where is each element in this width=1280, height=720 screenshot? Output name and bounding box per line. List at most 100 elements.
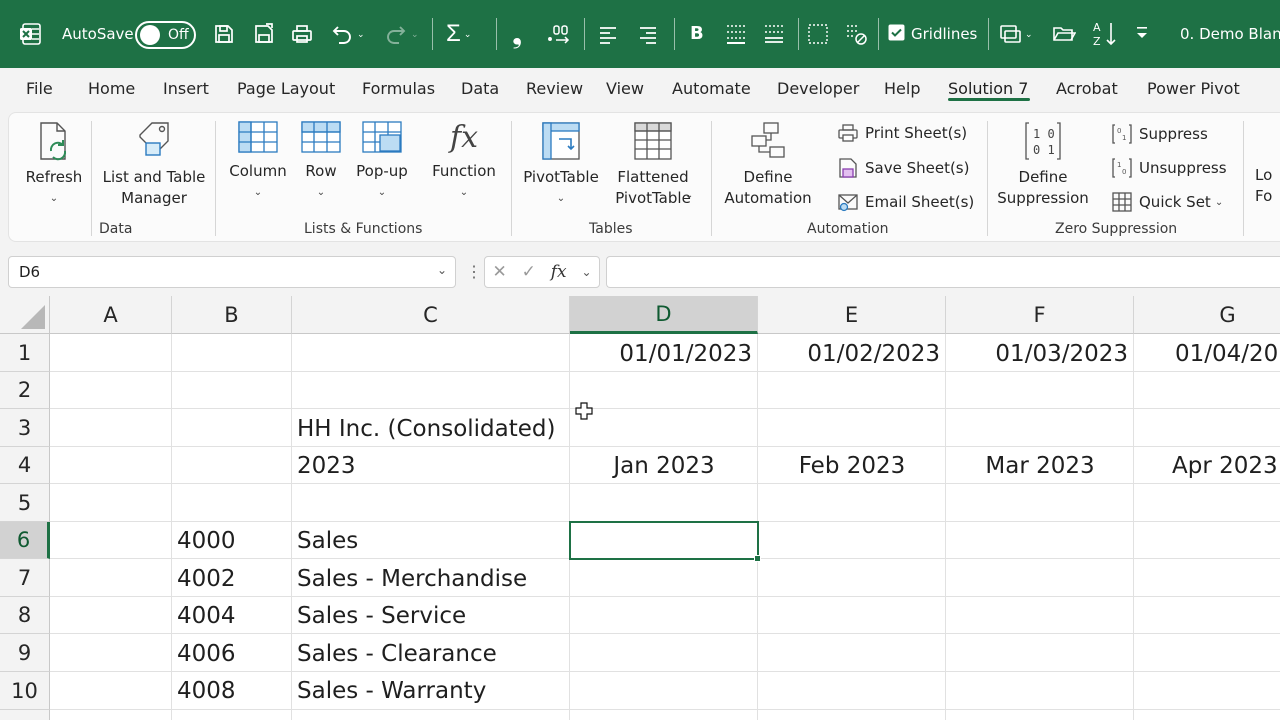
column-header-f[interactable]: F [946, 296, 1134, 334]
window-switch-icon[interactable]: ⌄ [998, 22, 1033, 46]
row-header-2[interactable]: 2 [0, 372, 50, 409]
suppress-button[interactable]: 01 Suppress [1111, 123, 1208, 145]
row-header-5[interactable]: 5 [0, 484, 50, 522]
cell-c7[interactable]: Sales - Merchandise [292, 560, 570, 597]
tab-file[interactable]: File [26, 79, 53, 98]
autosum-icon[interactable]: Σ ⌄ [446, 20, 471, 48]
cell-c10[interactable]: Sales - Warranty [292, 672, 570, 709]
name-box[interactable]: D6 ⌄ [8, 256, 456, 288]
cell-c4[interactable]: 2023 [292, 447, 570, 484]
tab-solution-7[interactable]: Solution 7 [948, 79, 1028, 98]
redo-icon[interactable]: ⌄ [384, 22, 419, 46]
cell-f4[interactable]: Mar 2023 [946, 447, 1134, 484]
row-button[interactable]: Row ⌄ [299, 121, 343, 203]
column-header-g[interactable]: G [1134, 296, 1280, 334]
refresh-button[interactable]: Refresh ⌄ [25, 121, 83, 209]
print-sheets-button[interactable]: Print Sheet(s) [837, 123, 967, 143]
list-table-manager-button[interactable]: List and Table Manager [101, 121, 207, 209]
column-button[interactable]: Column ⌄ [227, 121, 289, 203]
no-border-icon[interactable] [806, 22, 830, 46]
row-header-7[interactable]: 7 [0, 559, 50, 597]
cell-c6[interactable]: Sales [292, 522, 570, 559]
pivottable-button[interactable]: PivotTable ⌄ [521, 121, 601, 209]
cell-e4[interactable]: Feb 2023 [758, 447, 946, 484]
row-header-3[interactable]: 3 [0, 409, 50, 447]
decimal-icon[interactable] [546, 22, 572, 46]
chevron-down-icon[interactable]: ⌄ [437, 263, 447, 277]
select-all-button[interactable] [0, 296, 50, 334]
define-automation-button[interactable]: Define Automation [721, 121, 815, 209]
cell-f1[interactable]: 01/03/2023 [946, 335, 1134, 372]
cell-b10[interactable]: 4008 [172, 672, 292, 709]
cell-g4[interactable]: Apr 2023 [1172, 447, 1280, 484]
active-cell-d6[interactable] [569, 521, 761, 562]
cell-b9[interactable]: 4006 [172, 635, 292, 672]
column-header-c[interactable]: C [292, 296, 570, 334]
cell-d1[interactable]: 01/01/2023 [570, 335, 758, 372]
insert-function-icon[interactable]: fx [551, 262, 567, 282]
column-header-a[interactable]: A [50, 296, 172, 334]
save-sheets-button[interactable]: Save Sheet(s) [837, 157, 969, 179]
fill-handle[interactable] [754, 555, 761, 562]
tab-insert[interactable]: Insert [163, 79, 209, 98]
row-header-1[interactable]: 1 [0, 334, 50, 372]
customize-toolbar-icon[interactable] [1134, 24, 1150, 42]
clear-format-icon[interactable] [844, 22, 870, 46]
more-options-icon[interactable]: ⋮ [466, 262, 482, 282]
chevron-down-icon[interactable]: ⌄ [581, 265, 591, 279]
cell-b7[interactable]: 4002 [172, 560, 292, 597]
cell-d4[interactable]: Jan 2023 [570, 447, 758, 484]
comma-style-icon[interactable]: ❟ [512, 20, 522, 51]
print-preview-icon[interactable] [290, 22, 314, 46]
sort-az-icon[interactable]: AZ [1092, 20, 1118, 48]
align-right-icon[interactable] [638, 24, 658, 44]
row-header-8[interactable]: 8 [0, 597, 50, 634]
cutoff-button[interactable]: Lo Fo [1255, 165, 1280, 207]
quick-set-button[interactable]: Quick Set ⌄ [1111, 191, 1223, 213]
column-header-b[interactable]: B [172, 296, 292, 334]
gridlines-checkbox[interactable] [888, 24, 905, 41]
cancel-icon[interactable]: ✕ [492, 262, 506, 282]
row-header-9[interactable]: 9 [0, 634, 50, 672]
unsuppress-button[interactable]: 10 Unsuppress [1111, 157, 1227, 179]
tab-review[interactable]: Review [526, 79, 583, 98]
tab-help[interactable]: Help [884, 79, 920, 98]
save-icon[interactable] [212, 22, 236, 46]
open-folder-icon[interactable] [1052, 22, 1076, 46]
cell-e1[interactable]: 01/02/2023 [758, 335, 946, 372]
cell-c3[interactable]: HH Inc. (Consolidated) [292, 410, 570, 447]
row-header-4[interactable]: 4 [0, 447, 50, 484]
cell-g1[interactable]: 01/04/20 [1175, 335, 1280, 372]
tab-view[interactable]: View [606, 79, 644, 98]
cell-b8[interactable]: 4004 [172, 597, 292, 634]
tab-page-layout[interactable]: Page Layout [237, 79, 335, 98]
row-header-10[interactable]: 10 [0, 672, 50, 710]
undo-icon[interactable]: ⌄ [330, 22, 365, 46]
autosave-toggle[interactable]: Off [135, 21, 196, 49]
row-header-11[interactable] [0, 710, 50, 720]
function-button[interactable]: fx Function ⌄ [429, 119, 499, 203]
formula-input[interactable] [606, 256, 1280, 288]
define-suppression-button[interactable]: 1 0 0 1 Define Suppression [995, 121, 1091, 209]
cell-b6[interactable]: 4000 [172, 522, 292, 559]
tab-formulas[interactable]: Formulas [362, 79, 435, 98]
tab-power-pivot[interactable]: Power Pivot [1147, 79, 1240, 98]
cell-c8[interactable]: Sales - Service [292, 597, 570, 634]
tab-home[interactable]: Home [88, 79, 135, 98]
bold-icon[interactable]: B [690, 23, 704, 44]
tab-acrobat[interactable]: Acrobat [1056, 79, 1118, 98]
save-as-icon[interactable] [252, 22, 276, 46]
borders-bottom-icon[interactable] [724, 22, 748, 46]
row-header-6[interactable]: 6 [0, 522, 50, 559]
tab-automate[interactable]: Automate [672, 79, 751, 98]
tab-developer[interactable]: Developer [777, 79, 859, 98]
borders-double-icon[interactable] [762, 22, 786, 46]
enter-icon[interactable]: ✓ [522, 262, 536, 282]
cell-c9[interactable]: Sales - Clearance [292, 635, 570, 672]
align-left-icon[interactable] [598, 24, 618, 44]
popup-button[interactable]: Pop-up ⌄ [351, 121, 413, 203]
column-header-d[interactable]: D [570, 296, 758, 334]
email-sheets-button[interactable]: Email Sheet(s) [837, 191, 974, 213]
tab-data[interactable]: Data [461, 79, 499, 98]
column-header-e[interactable]: E [758, 296, 946, 334]
